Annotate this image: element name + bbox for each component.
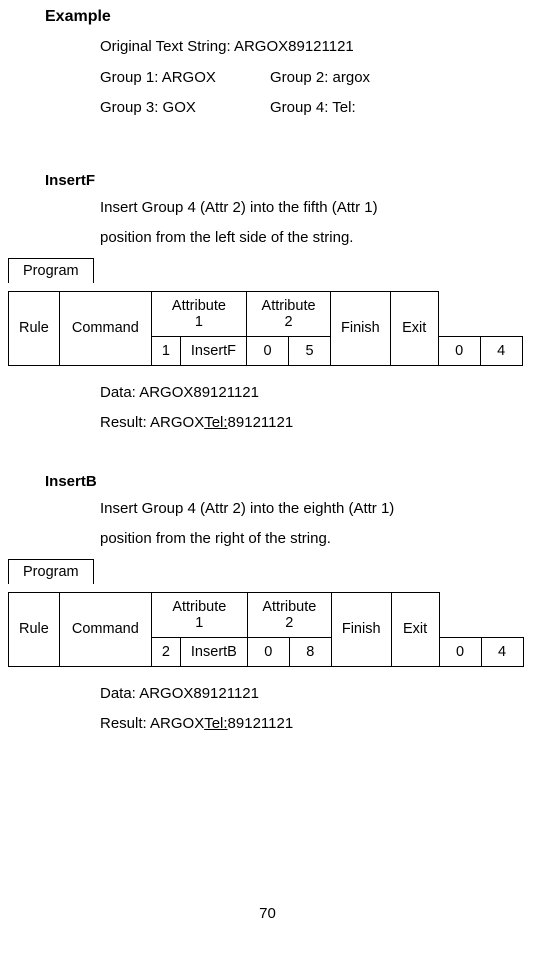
insertf-desc1: Insert Group 4 (Attr 2) into the fifth (… [100,197,495,220]
cell-a1a: 0 [247,336,289,365]
insertf-heading: InsertF [45,172,495,189]
exit-header: Exit [391,592,439,666]
insertf-result: Result: ARGOXTel:89121121 [100,412,495,435]
attr1-header: Attribute1 [151,592,247,637]
cell-a1b: 8 [289,637,331,666]
insertb-table: Rule Command Attribute1 Attribute2 Finis… [8,592,524,667]
finish-header: Finish [331,592,391,666]
cell-a2b: 4 [481,637,523,666]
insertb-result: Result: ARGOXTel:89121121 [100,713,495,736]
original-string: Original Text String: ARGOX89121121 [100,36,495,59]
attr2-header: Attribute2 [247,592,331,637]
group3: Group 3: GOX [100,97,270,120]
finish-header: Finish [331,291,391,365]
cell-command: InsertB [180,637,247,666]
cell-a2a: 0 [438,336,480,365]
cell-command: InsertF [180,336,246,365]
cell-a2b: 4 [480,336,522,365]
cell-rule: 2 [151,637,180,666]
group2: Group 2: argox [270,67,370,90]
attr2-header: Attribute2 [247,291,331,336]
page-number: 70 [0,905,535,922]
insertf-desc2: position from the left side of the strin… [100,227,495,250]
insertf-data: Data: ARGOX89121121 [100,382,495,405]
exit-header: Exit [390,291,438,365]
program-tab-f: Program [8,258,94,283]
insertb-heading: InsertB [45,473,495,490]
insertf-table: Rule Command Attribute1 Attribute2 Finis… [8,291,523,366]
rule-header: Rule [9,592,60,666]
group4: Group 4: Tel: [270,97,356,120]
insertb-desc1: Insert Group 4 (Attr 2) into the eighth … [100,498,495,521]
group1: Group 1: ARGOX [100,67,270,90]
cell-rule: 1 [151,336,180,365]
cell-a2a: 0 [439,637,481,666]
attr1-header: Attribute1 [151,291,246,336]
program-tab-b: Program [8,559,94,584]
command-header: Command [59,592,151,666]
insertb-desc2: position from the right of the string. [100,528,495,551]
cell-a1b: 5 [289,336,331,365]
cell-a1a: 0 [247,637,289,666]
command-header: Command [59,291,151,365]
rule-header: Rule [9,291,60,365]
example-heading: Example [45,8,495,26]
insertb-data: Data: ARGOX89121121 [100,683,495,706]
